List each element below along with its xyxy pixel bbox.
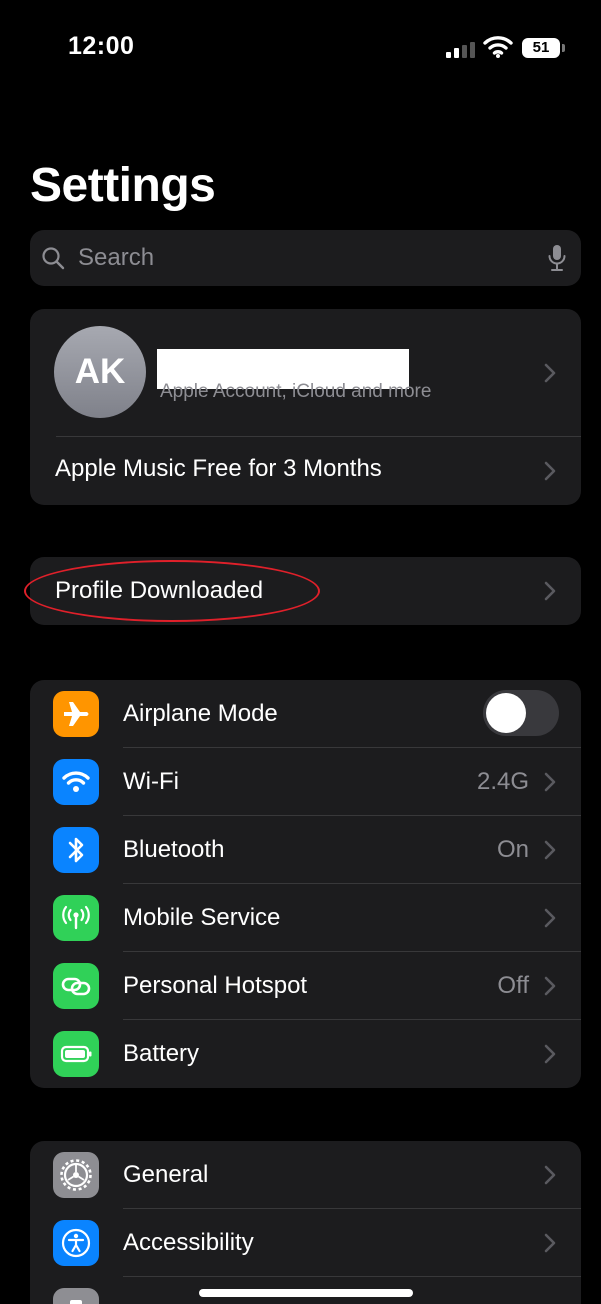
search-icon	[42, 247, 65, 270]
account-subtitle: Apple Account, iCloud and more	[160, 381, 432, 402]
battery-level: 51	[522, 38, 560, 58]
connectivity-group: Airplane Mode Wi-Fi 2.4G Bluetooth On Mo…	[30, 680, 581, 1088]
status-time: 12:00	[68, 32, 135, 60]
chevron-right-icon	[544, 772, 556, 792]
cellular-signal-icon	[446, 42, 476, 58]
bluetooth-label: Bluetooth	[123, 836, 225, 863]
mobile-service-label: Mobile Service	[123, 904, 281, 931]
apple-music-promo-row[interactable]: Apple Music Free for 3 Months	[30, 437, 581, 505]
search-bar[interactable]	[30, 230, 581, 286]
general-label: General	[123, 1161, 209, 1188]
battery-row[interactable]: Battery	[30, 1020, 581, 1088]
airplane-mode-toggle[interactable]	[483, 690, 559, 736]
chevron-right-icon	[544, 1233, 556, 1253]
wifi-label: Wi-Fi	[123, 768, 179, 795]
bluetooth-row[interactable]: Bluetooth On	[30, 816, 581, 884]
personal-hotspot-value: Off	[497, 972, 529, 999]
apple-account-row[interactable]: AK Apple Account, iCloud and more	[30, 309, 581, 437]
bluetooth-icon	[53, 827, 99, 873]
wifi-value: 2.4G	[476, 768, 529, 795]
accessibility-row[interactable]: Accessibility	[30, 1209, 581, 1277]
link-icon	[53, 963, 99, 1009]
chevron-right-icon	[544, 840, 556, 860]
chevron-right-icon	[544, 976, 556, 996]
bluetooth-value: On	[496, 836, 529, 863]
airplane-icon	[53, 691, 99, 737]
chevron-right-icon	[544, 581, 556, 601]
personal-hotspot-row[interactable]: Personal Hotspot Off	[30, 952, 581, 1020]
battery-icon	[53, 1031, 99, 1077]
personal-hotspot-label: Personal Hotspot	[123, 972, 308, 999]
wifi-row[interactable]: Wi-Fi 2.4G	[30, 748, 581, 816]
profile-downloaded-row[interactable]: Profile Downloaded	[30, 557, 581, 625]
page-title: Settings	[30, 159, 216, 212]
wifi-status-icon	[483, 36, 513, 58]
battery-label: Battery	[123, 1040, 200, 1067]
chevron-right-icon	[544, 1165, 556, 1185]
avatar: AK	[54, 326, 146, 418]
mobile-service-row[interactable]: Mobile Service	[30, 884, 581, 952]
general-row[interactable]: General	[30, 1141, 581, 1209]
airplane-mode-row: Airplane Mode	[30, 680, 581, 748]
status-bar: 12:00 51	[0, 0, 601, 90]
chevron-right-icon	[544, 461, 556, 481]
antenna-icon	[53, 895, 99, 941]
general-group: General Accessibility	[30, 1141, 581, 1304]
apple-music-promo-label: Apple Music Free for 3 Months	[55, 455, 382, 482]
gear-icon	[53, 1152, 99, 1198]
chevron-right-icon	[544, 908, 556, 928]
battery-status-icon: 51	[522, 38, 566, 60]
airplane-mode-label: Airplane Mode	[123, 700, 278, 727]
profile-downloaded-label: Profile Downloaded	[55, 577, 264, 604]
chevron-right-icon	[544, 1044, 556, 1064]
chevron-right-icon	[544, 363, 556, 383]
toggle-knob	[486, 693, 526, 733]
accessibility-icon	[53, 1220, 99, 1266]
microphone-icon[interactable]	[547, 244, 567, 272]
wifi-icon	[53, 759, 99, 805]
account-group: AK Apple Account, iCloud and more Apple …	[30, 309, 581, 505]
camera-icon	[53, 1288, 99, 1304]
home-indicator[interactable]	[199, 1289, 413, 1297]
search-input[interactable]	[78, 242, 528, 274]
accessibility-label: Accessibility	[123, 1229, 254, 1256]
profile-group: Profile Downloaded	[30, 557, 581, 625]
